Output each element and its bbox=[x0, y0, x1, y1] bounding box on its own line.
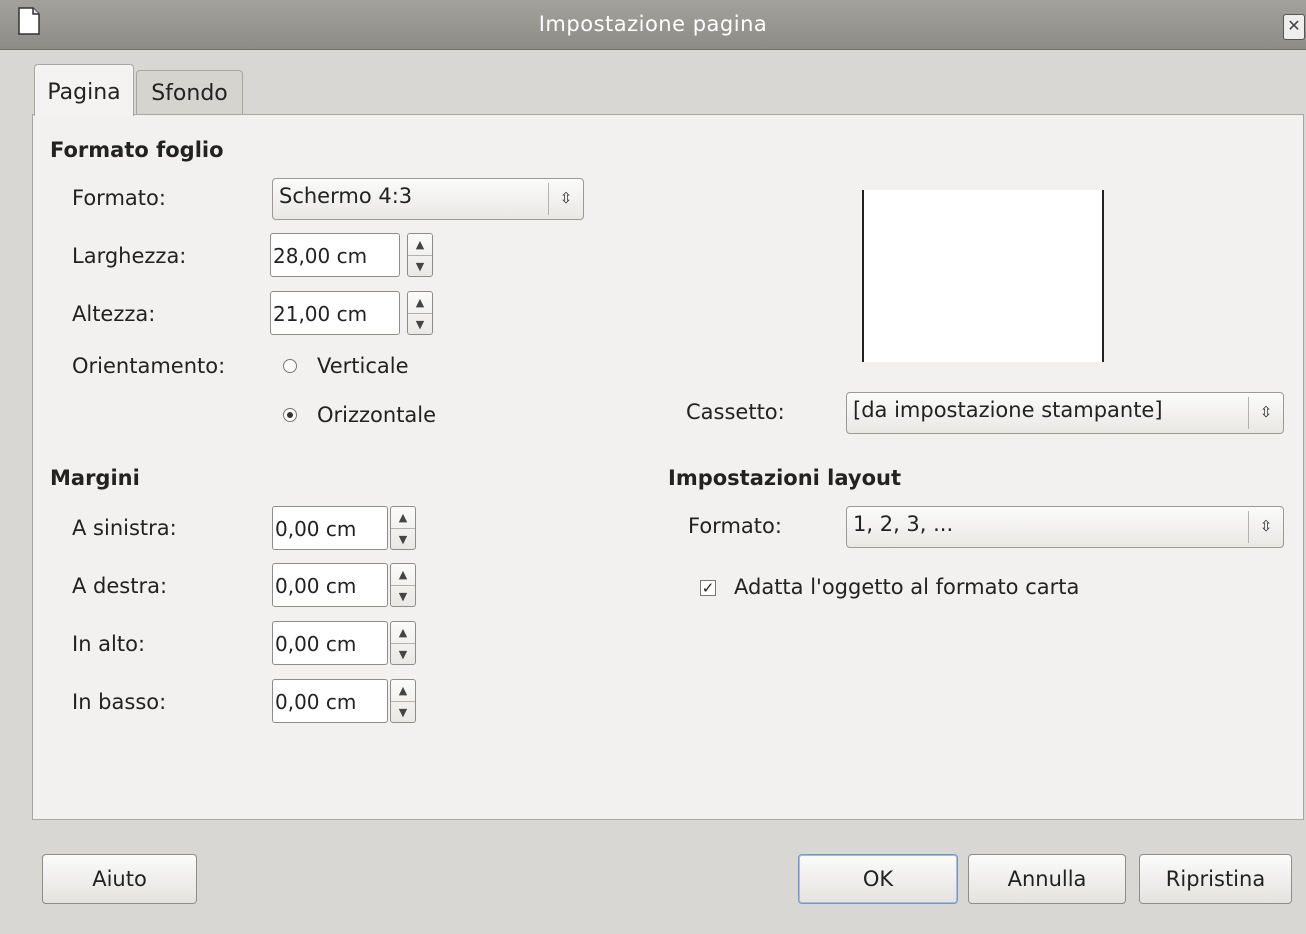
updown-icon: ⇳ bbox=[1248, 511, 1283, 543]
width-label: Larghezza: bbox=[72, 244, 187, 268]
margin-top-spinner[interactable]: ▲ ▼ bbox=[390, 621, 416, 665]
ok-button[interactable]: OK bbox=[798, 854, 958, 904]
fit-object-label: Adatta l'oggetto al formato carta bbox=[734, 575, 1080, 599]
chevron-down-icon[interactable]: ▼ bbox=[391, 586, 415, 607]
height-spinner[interactable]: ▲ ▼ bbox=[407, 291, 433, 335]
tab-sfondo[interactable]: Sfondo bbox=[136, 70, 243, 116]
margin-bottom-label: In basso: bbox=[72, 690, 167, 714]
close-icon[interactable]: ✕ bbox=[1283, 14, 1305, 40]
fit-object-checkbox[interactable]: ✓ bbox=[700, 580, 716, 596]
chevron-up-icon[interactable]: ▲ bbox=[408, 234, 432, 256]
portrait-label: Verticale bbox=[317, 354, 409, 378]
chevron-down-icon[interactable]: ▼ bbox=[391, 702, 415, 723]
chevron-down-icon[interactable]: ▼ bbox=[391, 644, 415, 665]
title-bar: Impostazione pagina ✕ bbox=[0, 0, 1306, 50]
margin-right-field[interactable]: 0,00 cm ▲ ▼ bbox=[272, 563, 416, 607]
chevron-up-icon[interactable]: ▲ bbox=[391, 622, 415, 644]
cancel-button[interactable]: Annulla bbox=[968, 854, 1126, 904]
tray-value: [da impostazione stampante] bbox=[853, 398, 1163, 422]
paper-format-heading: Formato foglio bbox=[50, 138, 224, 162]
help-button[interactable]: Aiuto bbox=[42, 854, 197, 904]
margin-bottom-value: 0,00 cm bbox=[275, 690, 357, 714]
chevron-up-icon[interactable]: ▲ bbox=[391, 507, 415, 529]
chevron-down-icon[interactable]: ▼ bbox=[408, 314, 432, 335]
margin-top-label: In alto: bbox=[72, 632, 146, 656]
width-spinner[interactable]: ▲ ▼ bbox=[407, 233, 433, 277]
chevron-up-icon[interactable]: ▲ bbox=[391, 564, 415, 586]
height-field[interactable]: 21,00 cm ▲ ▼ bbox=[270, 291, 433, 335]
tab-pagina[interactable]: Pagina bbox=[34, 64, 134, 116]
format-label: Formato: bbox=[72, 186, 166, 210]
layout-settings-heading: Impostazioni layout bbox=[668, 466, 901, 490]
height-value: 21,00 cm bbox=[273, 302, 368, 326]
page-preview bbox=[862, 190, 1104, 362]
format-dropdown[interactable]: Schermo 4:3 ⇳ bbox=[272, 178, 584, 220]
margin-bottom-field[interactable]: 0,00 cm ▲ ▼ bbox=[272, 679, 416, 723]
layout-format-value: 1, 2, 3, ... bbox=[853, 512, 954, 536]
margin-left-spinner[interactable]: ▲ ▼ bbox=[390, 506, 416, 550]
tray-dropdown[interactable]: [da impostazione stampante] ⇳ bbox=[846, 392, 1284, 434]
landscape-label: Orizzontale bbox=[317, 403, 437, 427]
chevron-up-icon[interactable]: ▲ bbox=[408, 292, 432, 314]
margin-right-value: 0,00 cm bbox=[275, 574, 357, 598]
margin-top-value: 0,00 cm bbox=[275, 632, 357, 656]
window-title: Impostazione pagina bbox=[538, 12, 768, 36]
width-value: 28,00 cm bbox=[273, 244, 368, 268]
margins-heading: Margini bbox=[50, 466, 140, 490]
chevron-down-icon[interactable]: ▼ bbox=[408, 256, 432, 277]
portrait-radio[interactable] bbox=[283, 359, 297, 373]
margin-left-label: A sinistra: bbox=[72, 516, 177, 540]
reset-button[interactable]: Ripristina bbox=[1139, 854, 1292, 904]
width-field[interactable]: 28,00 cm ▲ ▼ bbox=[270, 233, 433, 277]
chevron-up-icon[interactable]: ▲ bbox=[391, 680, 415, 702]
updown-icon: ⇳ bbox=[548, 183, 583, 215]
margin-bottom-spinner[interactable]: ▲ ▼ bbox=[390, 679, 416, 723]
tray-label: Cassetto: bbox=[686, 400, 785, 424]
layout-format-label: Formato: bbox=[688, 514, 782, 538]
layout-format-dropdown[interactable]: 1, 2, 3, ... ⇳ bbox=[846, 506, 1284, 548]
updown-icon: ⇳ bbox=[1248, 397, 1283, 429]
chevron-down-icon[interactable]: ▼ bbox=[391, 529, 415, 550]
landscape-radio[interactable] bbox=[283, 408, 297, 422]
height-label: Altezza: bbox=[72, 302, 156, 326]
margin-left-value: 0,00 cm bbox=[275, 517, 357, 541]
margin-top-field[interactable]: 0,00 cm ▲ ▼ bbox=[272, 621, 416, 665]
orientation-label: Orientamento: bbox=[72, 354, 226, 378]
format-value: Schermo 4:3 bbox=[279, 184, 413, 208]
margin-right-label: A destra: bbox=[72, 574, 168, 598]
margin-right-spinner[interactable]: ▲ ▼ bbox=[390, 563, 416, 607]
margin-left-field[interactable]: 0,00 cm ▲ ▼ bbox=[272, 506, 416, 550]
